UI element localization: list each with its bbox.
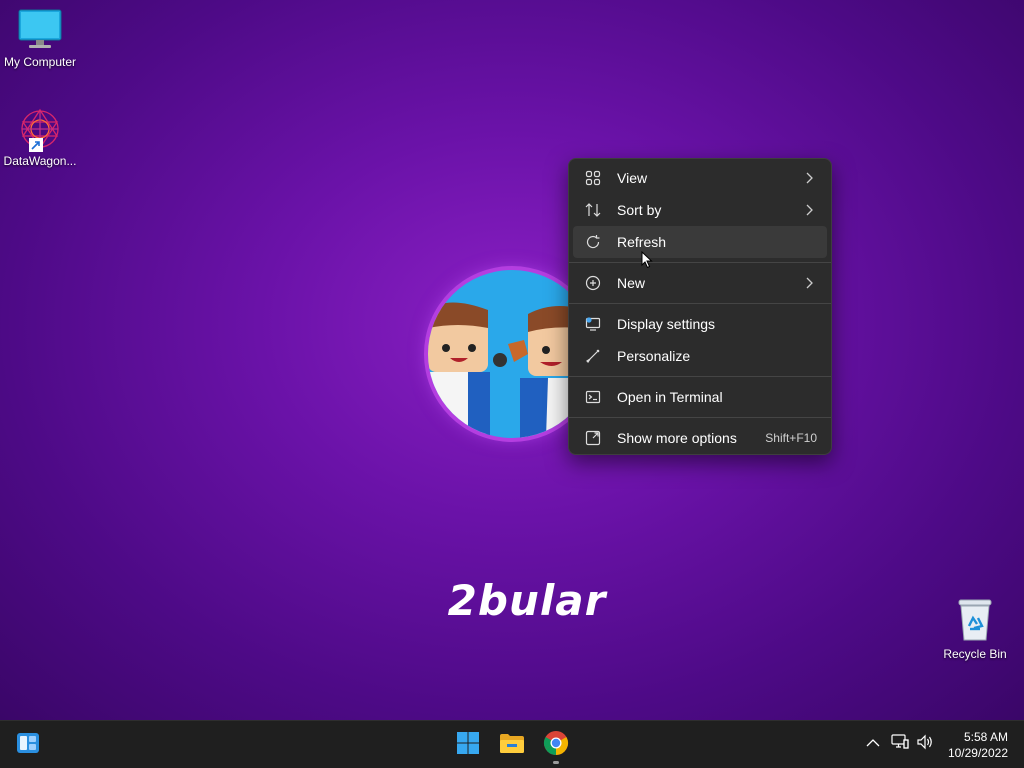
menu-separator <box>569 262 831 263</box>
menu-item-label: Sort by <box>617 202 662 218</box>
menu-item-new[interactable]: New <box>573 267 827 299</box>
widgets-icon <box>16 732 40 759</box>
plus-circle-icon <box>583 273 603 293</box>
clock-date: 10/29/2022 <box>947 746 1008 760</box>
menu-item-personalize[interactable]: Personalize <box>573 340 827 372</box>
wallpaper-brand-text: 2bular <box>447 576 607 625</box>
network-icon <box>891 733 909 755</box>
datawagon-shortcut-icon <box>17 106 63 152</box>
taskbar: 5:58 AM 10/29/2022 <box>0 720 1024 768</box>
recycle-bin-icon <box>935 596 1015 645</box>
chevron-up-icon <box>866 735 880 753</box>
menu-item-label: View <box>617 170 648 186</box>
brush-icon <box>583 346 603 366</box>
shortcut-arrow-icon <box>29 138 43 152</box>
expand-options-icon <box>583 428 603 448</box>
volume-button[interactable] <box>914 733 936 755</box>
grid-view-icon <box>583 168 603 188</box>
desktop-icon-recycle-bin[interactable]: Recycle Bin <box>935 596 1015 661</box>
refresh-icon <box>583 232 603 252</box>
menu-item-open-in-terminal[interactable]: Open in Terminal <box>573 381 827 413</box>
start-button[interactable] <box>448 725 488 765</box>
chevron-right-icon <box>799 204 819 216</box>
monitor-icon <box>0 8 80 53</box>
terminal-icon <box>583 387 603 407</box>
desktop-icon-label: Recycle Bin <box>943 647 1007 661</box>
menu-separator <box>569 303 831 304</box>
show-hidden-icons-button[interactable] <box>862 733 884 755</box>
clock-time: 5:58 AM <box>963 730 1008 744</box>
menu-item-label: Refresh <box>617 234 667 250</box>
menu-item-label: Personalize <box>617 348 691 364</box>
sort-arrows-icon <box>583 200 603 220</box>
menu-item-sort-by[interactable]: Sort by <box>573 194 827 226</box>
menu-separator <box>569 417 831 418</box>
chrome-button[interactable] <box>536 725 576 765</box>
network-button[interactable] <box>889 733 911 755</box>
shortcut-hint: Shift+F10 <box>765 431 817 445</box>
menu-separator <box>569 376 831 377</box>
menu-item-label: Show more options <box>617 430 737 446</box>
display-settings-icon <box>583 314 603 334</box>
desktop-icon-label: DataWagon... <box>3 154 77 168</box>
file-explorer-icon <box>499 732 525 759</box>
menu-item-view[interactable]: View <box>573 162 827 194</box>
chrome-icon <box>543 730 569 761</box>
widgets-button[interactable] <box>8 725 48 765</box>
menu-item-refresh[interactable]: Refresh <box>573 226 827 258</box>
running-indicator <box>553 761 559 764</box>
mouse-cursor-icon <box>641 250 653 274</box>
menu-item-display-settings[interactable]: Display settings <box>573 308 827 340</box>
desktop-icon-datawagon[interactable]: DataWagon... <box>0 106 80 168</box>
menu-item-show-more-options[interactable]: Show more options Shift+F10 <box>573 422 827 454</box>
desktop-icon-label: My Computer <box>3 55 77 69</box>
clock[interactable]: 5:58 AM 10/29/2022 <box>948 729 1008 761</box>
desktop-icon-my-computer[interactable]: My Computer <box>0 8 80 69</box>
desktop[interactable]: My Computer DataWagon... Recycle Bin 2bu… <box>0 0 1024 720</box>
menu-item-label: Display settings <box>617 316 716 332</box>
desktop-context-menu: View Sort by Refresh New Display setting… <box>568 158 832 455</box>
file-explorer-button[interactable] <box>492 725 532 765</box>
volume-icon <box>916 734 934 755</box>
menu-item-label: New <box>617 275 646 291</box>
start-icon <box>456 731 480 760</box>
chevron-right-icon <box>799 277 819 289</box>
menu-item-label: Open in Terminal <box>617 389 723 405</box>
chevron-right-icon <box>799 172 819 184</box>
